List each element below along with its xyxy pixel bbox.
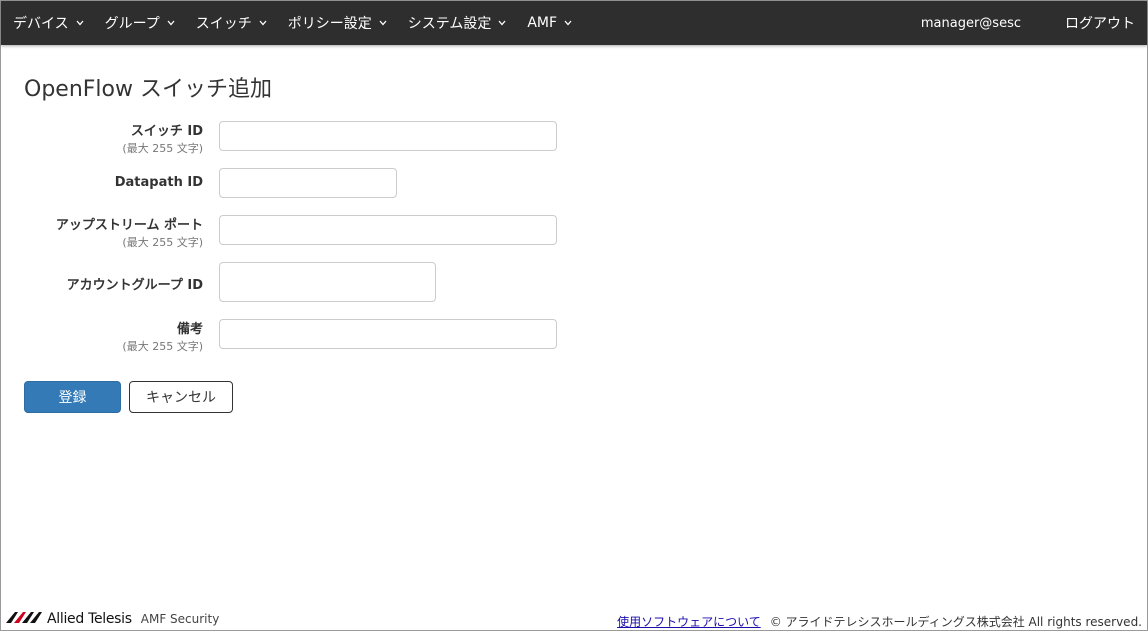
upstream-port-label-block: アップストリーム ポート (最大 255 文字) bbox=[3, 214, 203, 250]
nav-right: manager@sesc ログアウト bbox=[921, 1, 1147, 45]
top-navbar: デバイス グループ スイッチ ポリシー設定 システム設定 AMF manager… bbox=[1, 1, 1147, 45]
nav-item-devices[interactable]: デバイス bbox=[13, 1, 84, 45]
nav-item-label: デバイス bbox=[13, 16, 69, 32]
copyright-text: © アライドテレシスホールディングス株式会社 All rights reserv… bbox=[769, 615, 1142, 629]
register-button[interactable]: 登録 bbox=[24, 381, 121, 413]
nav-item-label: グループ bbox=[104, 16, 160, 32]
chevron-down-icon bbox=[379, 20, 387, 26]
chevron-down-icon bbox=[259, 20, 267, 26]
cancel-button[interactable]: キャンセル bbox=[129, 381, 233, 413]
nav-item-switches[interactable]: スイッチ bbox=[196, 1, 267, 45]
allied-telesis-logo-icon bbox=[6, 609, 44, 628]
upstream-port-hint: (最大 255 文字) bbox=[122, 236, 203, 249]
product-name: AMF Security bbox=[140, 611, 220, 626]
nav-item-groups[interactable]: グループ bbox=[105, 1, 175, 45]
datapath-id-label: Datapath ID bbox=[114, 175, 203, 190]
remarks-input[interactable] bbox=[219, 319, 557, 349]
footer-info: 使用ソフトウェアについて © アライドテレシスホールディングス株式会社 All … bbox=[617, 613, 1142, 630]
datapath-id-input[interactable] bbox=[219, 168, 397, 198]
nav-menu: デバイス グループ スイッチ ポリシー設定 システム設定 AMF bbox=[1, 1, 593, 45]
account-group-id-label: アカウントグループ ID bbox=[66, 278, 203, 293]
chevron-down-icon bbox=[167, 20, 175, 26]
nav-item-label: AMF bbox=[527, 15, 558, 31]
brand-name: Allied Telesis bbox=[47, 610, 132, 627]
nav-item-label: スイッチ bbox=[195, 16, 252, 32]
nav-item-label: システム設定 bbox=[407, 16, 492, 32]
nav-item-system-settings[interactable]: システム設定 bbox=[408, 1, 507, 45]
datapath-id-label-block: Datapath ID bbox=[3, 175, 203, 190]
upstream-port-input[interactable] bbox=[219, 215, 557, 245]
remarks-label: 備考 bbox=[176, 322, 203, 337]
page-title: OpenFlow スイッチ追加 bbox=[24, 77, 272, 102]
switch-id-hint: (最大 255 文字) bbox=[122, 142, 203, 155]
remarks-hint: (最大 255 文字) bbox=[122, 340, 203, 353]
chevron-down-icon bbox=[76, 20, 84, 26]
footer-brand: Allied Telesis AMF Security bbox=[6, 609, 219, 628]
switch-id-label-block: スイッチ ID (最大 255 文字) bbox=[3, 120, 203, 156]
nav-item-amf[interactable]: AMF bbox=[527, 1, 572, 45]
nav-item-policy-settings[interactable]: ポリシー設定 bbox=[288, 1, 387, 45]
chevron-down-icon bbox=[564, 20, 572, 26]
user-name: manager@sesc bbox=[920, 15, 1021, 31]
software-info-link[interactable]: 使用ソフトウェアについて bbox=[617, 613, 761, 630]
switch-id-input[interactable] bbox=[219, 121, 557, 151]
account-group-id-label-block: アカウントグループ ID bbox=[3, 274, 203, 293]
remarks-label-block: 備考 (最大 255 文字) bbox=[3, 318, 203, 354]
account-group-id-input[interactable] bbox=[219, 262, 436, 302]
logout-link[interactable]: ログアウト bbox=[1065, 13, 1135, 33]
nav-item-label: ポリシー設定 bbox=[287, 16, 372, 32]
upstream-port-label: アップストリーム ポート bbox=[55, 218, 203, 233]
chevron-down-icon bbox=[498, 20, 506, 26]
switch-id-label: スイッチ ID bbox=[130, 124, 203, 139]
